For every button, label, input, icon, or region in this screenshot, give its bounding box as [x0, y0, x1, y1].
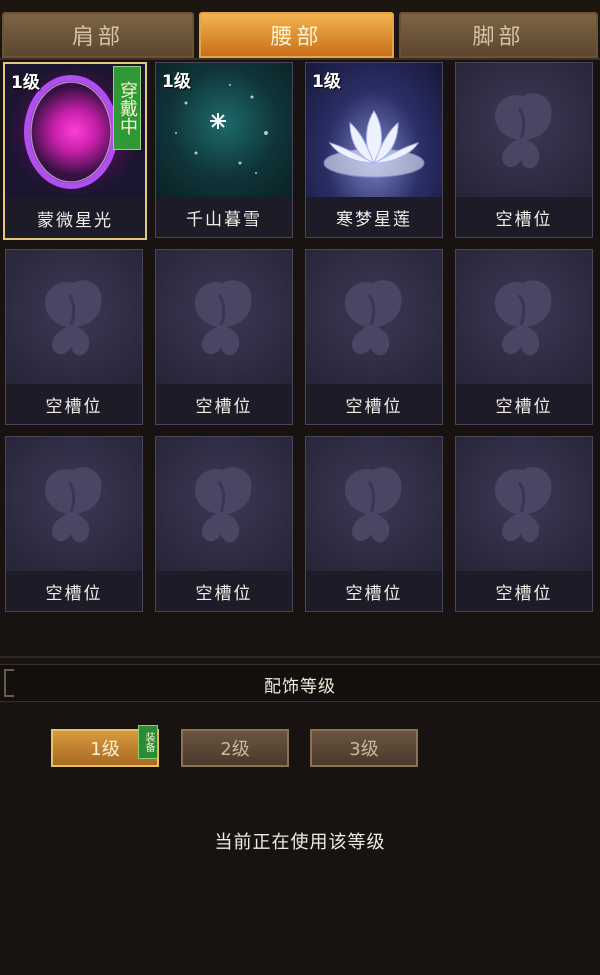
level-button-label: 2级 — [220, 739, 250, 760]
butterfly-placeholder-icon — [195, 467, 252, 543]
empty-slot[interactable]: 空槽位 — [455, 436, 593, 612]
level-3-button[interactable]: 3级 — [310, 729, 418, 767]
slot-art — [456, 63, 592, 197]
slot-name: 空槽位 — [156, 571, 292, 611]
slot-art — [456, 250, 592, 384]
butterfly-placeholder-icon — [495, 467, 552, 543]
slot-art — [6, 437, 142, 571]
slot-art — [156, 250, 292, 384]
wearing-badge: 穿戴中 — [113, 66, 141, 150]
empty-slot[interactable]: 空槽位 — [455, 249, 593, 425]
accessory-slot[interactable]: 1级 寒梦星莲 — [305, 62, 443, 238]
tab-waist[interactable]: 腰部 — [199, 12, 394, 58]
accessory-tab-bar: 肩部 腰部 脚部 — [0, 0, 600, 60]
slot-level: 1级 — [162, 72, 191, 92]
level-button-label: 1级 — [90, 739, 120, 760]
slot-name: 空槽位 — [456, 571, 592, 611]
equipped-badge: 装备 — [138, 725, 158, 759]
butterfly-placeholder-icon — [195, 280, 252, 356]
empty-slot[interactable]: 空槽位 — [305, 249, 443, 425]
slot-art — [306, 250, 442, 384]
slot-art — [156, 437, 292, 571]
empty-slot[interactable]: 空槽位 — [455, 62, 593, 238]
slot-level: 1级 — [11, 73, 40, 93]
butterfly-placeholder-icon — [45, 280, 102, 356]
tab-label: 腰部 — [270, 25, 323, 50]
slot-art — [6, 250, 142, 384]
slot-name: 蒙微星光 — [5, 198, 145, 238]
slot-level: 1级 — [312, 72, 341, 92]
level-status-text: 当前正在使用该等级 — [214, 832, 386, 853]
butterfly-placeholder-icon — [495, 93, 552, 169]
tab-label: 肩部 — [71, 25, 124, 50]
tab-label: 脚部 — [472, 25, 525, 50]
slot-name: 寒梦星莲 — [306, 197, 442, 237]
slot-art — [306, 437, 442, 571]
level-2-button[interactable]: 2级 — [181, 729, 289, 767]
corner-ornament-icon — [4, 669, 14, 697]
empty-slot[interactable]: 空槽位 — [305, 436, 443, 612]
butterfly-placeholder-icon — [345, 467, 402, 543]
empty-slot[interactable]: 空槽位 — [155, 249, 293, 425]
slot-name: 空槽位 — [156, 384, 292, 424]
slot-name: 空槽位 — [306, 384, 442, 424]
slot-art — [456, 437, 592, 571]
slot-name: 空槽位 — [6, 384, 142, 424]
level-button-label: 3级 — [349, 739, 379, 760]
butterfly-placeholder-icon — [45, 467, 102, 543]
slot-name: 千山暮雪 — [156, 197, 292, 237]
empty-slot[interactable]: 空槽位 — [5, 249, 143, 425]
tab-feet[interactable]: 脚部 — [399, 12, 598, 58]
slot-name: 空槽位 — [456, 197, 592, 237]
slot-name: 空槽位 — [456, 384, 592, 424]
accessory-slot[interactable]: 1级 穿戴中 蒙微星光 — [3, 62, 147, 240]
accessory-slot[interactable]: 1级 千山暮雪 — [155, 62, 293, 238]
slot-name: 空槽位 — [6, 571, 142, 611]
empty-slot[interactable]: 空槽位 — [155, 436, 293, 612]
empty-slot[interactable]: 空槽位 — [5, 436, 143, 612]
butterfly-placeholder-icon — [495, 280, 552, 356]
butterfly-placeholder-icon — [345, 280, 402, 356]
level-section-header: 配饰等级 — [0, 664, 600, 702]
level-section-title: 配饰等级 — [264, 676, 336, 697]
divider — [0, 656, 600, 658]
slot-name: 空槽位 — [306, 571, 442, 611]
tab-shoulder[interactable]: 肩部 — [2, 12, 194, 58]
